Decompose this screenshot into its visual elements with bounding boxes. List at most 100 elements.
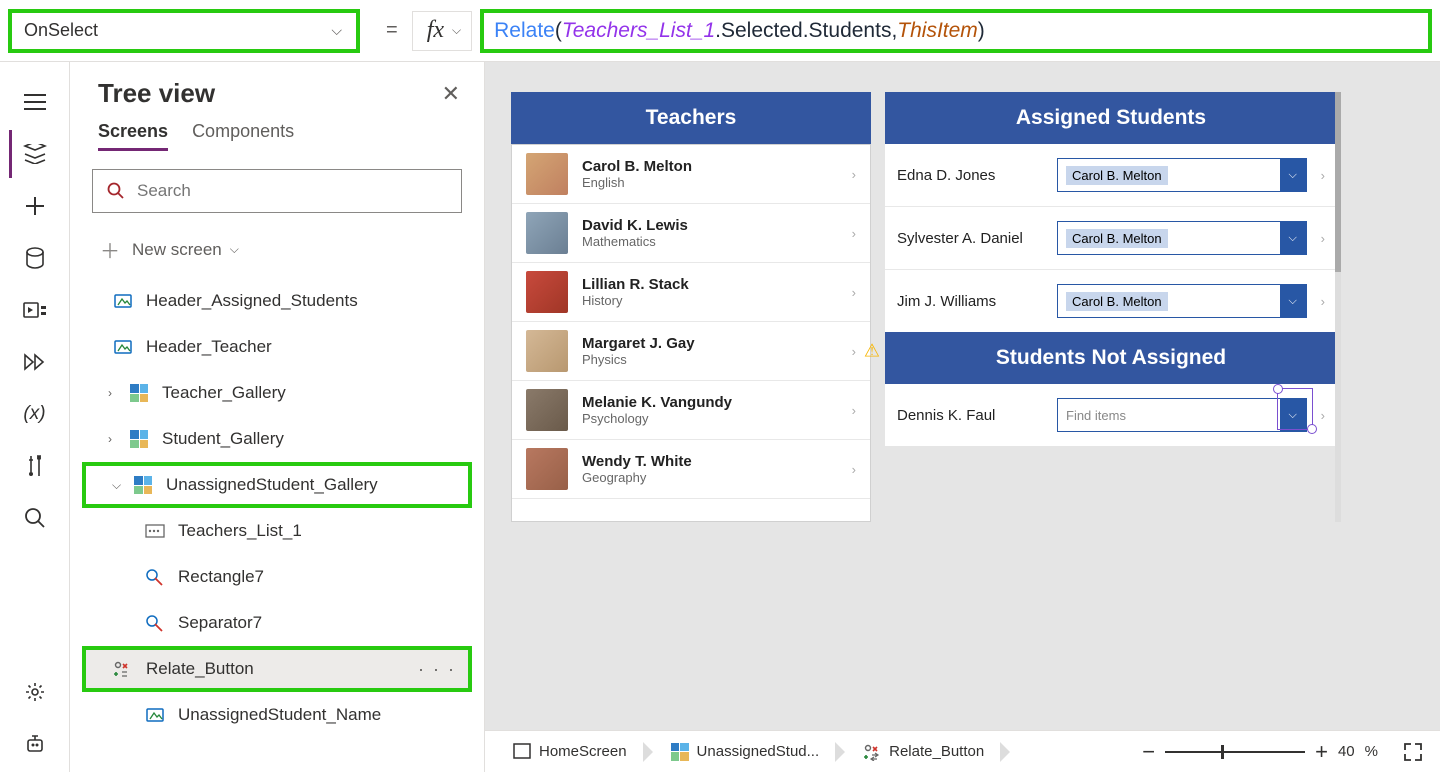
label-icon [112, 336, 134, 358]
equals-label: = [386, 19, 398, 42]
tab-screens[interactable]: Screens [98, 121, 168, 151]
status-bar: HomeScreen UnassignedStud... Relate_Butt… [485, 730, 1440, 772]
tools-icon[interactable] [11, 442, 59, 490]
fullscreen-icon[interactable] [1402, 741, 1424, 763]
teacher-gallery: Carol B. MeltonEnglish›David K. LewisMat… [511, 144, 871, 522]
teacher-subject: Physics [582, 352, 695, 367]
zoom-slider[interactable] [1165, 751, 1305, 753]
tree-item-relate-button[interactable]: Relate_Button · · · [82, 646, 472, 692]
tab-components[interactable]: Components [192, 121, 294, 151]
tree-list: Header_Assigned_StudentsHeader_Teacher›T… [70, 278, 484, 738]
teacher-row[interactable]: Melanie K. VangundyPsychology› [512, 381, 870, 440]
chevron-down-icon[interactable]: ⌵ [1280, 285, 1306, 317]
variables-icon[interactable]: (x) [11, 390, 59, 438]
tree-item-unassignedstudent-name[interactable]: UnassignedStudent_Name [82, 692, 472, 738]
teacher-row[interactable]: Margaret J. GayPhysics›⚠ [512, 322, 870, 381]
teacher-combo[interactable]: Carol B. Melton⌵ [1057, 284, 1307, 318]
chevron-right-icon: › [108, 386, 128, 400]
teachers-header: Teachers [511, 92, 871, 144]
tree-item-unassignedstudent-gallery[interactable]: ⌵UnassignedStudent_Gallery [82, 462, 472, 508]
media-icon[interactable] [11, 286, 59, 334]
teacher-name: Lillian R. Stack [582, 276, 689, 293]
zoom-in-button[interactable]: + [1315, 739, 1328, 765]
teachers-column: Teachers Carol B. MeltonEnglish›David K.… [511, 92, 871, 522]
teacher-combo[interactable]: Carol B. Melton ⌵ [1057, 221, 1307, 255]
avatar [526, 448, 568, 490]
gallery-icon [128, 428, 150, 450]
label-icon [112, 290, 134, 312]
chevron-right-icon[interactable]: › [1321, 168, 1325, 183]
chevron-right-icon: › [852, 226, 856, 241]
combo-icon [144, 520, 166, 542]
teacher-row[interactable]: Wendy T. WhiteGeography› [512, 440, 870, 499]
settings-icon[interactable] [11, 668, 59, 716]
tree-item-label: Separator7 [178, 613, 262, 633]
tree-item-student-gallery[interactable]: ›Student_Gallery [82, 416, 472, 462]
tree-item-header-assigned-students[interactable]: Header_Assigned_Students [82, 278, 472, 324]
breadcrumb-control[interactable]: Relate_Button [851, 739, 996, 765]
hamburger-icon[interactable] [11, 78, 59, 126]
teacher-row[interactable]: Lillian R. StackHistory› [512, 263, 870, 322]
teacher-combo[interactable]: Find items⌵ [1057, 398, 1307, 432]
tree-item-teacher-gallery[interactable]: ›Teacher_Gallery [82, 370, 472, 416]
label-icon [144, 704, 166, 726]
teacher-combo[interactable]: Carol B. Melton⌵ [1057, 158, 1307, 192]
teacher-name: Margaret J. Gay [582, 335, 695, 352]
chevron-down-icon[interactable]: ⌵ [1280, 159, 1306, 191]
relate-button[interactable]: › [1321, 408, 1325, 423]
avatar [526, 153, 568, 195]
teacher-subject: Mathematics [582, 234, 688, 249]
assigned-student-row: Edna D. Jones Carol B. Melton⌵ › [885, 144, 1337, 206]
tree-item-label: UnassignedStudent_Name [178, 705, 381, 725]
students-column: Assigned Students Edna D. JonesCarol B. … [885, 92, 1337, 522]
zoom-out-button[interactable]: − [1142, 739, 1155, 765]
new-screen-button[interactable]: ＋ New screen ⌵ [70, 227, 484, 278]
breadcrumb-gallery[interactable]: UnassignedStud... [659, 739, 832, 765]
teacher-row[interactable]: Carol B. MeltonEnglish› [512, 145, 870, 204]
more-icon[interactable]: · · · [418, 659, 456, 680]
close-icon[interactable]: ✕ [442, 81, 460, 107]
combo-value: Carol B. Melton [1066, 229, 1168, 248]
assigned-student-row: Jim J. Williams Carol B. Melton⌵ › [885, 270, 1337, 332]
new-screen-label: New screen [132, 240, 222, 260]
tree-item-header-teacher[interactable]: Header_Teacher [82, 324, 472, 370]
search-icon[interactable] [11, 494, 59, 542]
assigned-gallery: Edna D. JonesCarol B. Melton⌵›Sylvester … [885, 144, 1337, 332]
relate-icon [863, 743, 881, 761]
tree-item-teachers-list-1[interactable]: Teachers_List_1 [82, 508, 472, 554]
chevron-down-icon[interactable]: ⌵ [1280, 399, 1306, 431]
breadcrumb-screen[interactable]: HomeScreen [501, 739, 639, 765]
left-rail: (x) [0, 62, 70, 772]
tree-item-rectangle7[interactable]: Rectangle7 [82, 554, 472, 600]
property-selector[interactable]: OnSelect ⌵ [8, 9, 360, 53]
avatar [526, 389, 568, 431]
student-name: Jim J. Williams [897, 293, 1047, 310]
tree-item-label: Header_Assigned_Students [146, 291, 358, 311]
search-input[interactable] [137, 181, 447, 201]
teacher-row[interactable]: David K. LewisMathematics› [512, 204, 870, 263]
insert-icon[interactable] [11, 182, 59, 230]
tree-item-label: Relate_Button [146, 659, 254, 679]
virtual-agent-icon[interactable] [11, 720, 59, 768]
assigned-student-row: Sylvester A. Daniel Carol B. Melton ⌵ › [885, 207, 1337, 269]
student-name: Sylvester A. Daniel [897, 230, 1047, 247]
formula-input[interactable]: Relate(Teachers_List_1.Selected.Students… [480, 9, 1432, 53]
teacher-subject: Psychology [582, 411, 732, 426]
shape-icon [144, 612, 166, 634]
tree-item-separator7[interactable]: Separator7 [82, 600, 472, 646]
chevron-down-icon: ⌵ [452, 23, 461, 38]
scrollbar[interactable] [1335, 92, 1341, 522]
chevron-right-icon[interactable]: › [1321, 231, 1325, 246]
flows-icon[interactable] [11, 338, 59, 386]
fx-icon: fx [427, 17, 444, 44]
shape-icon [144, 566, 166, 588]
tree-view-icon[interactable] [9, 130, 57, 178]
fx-dropdown[interactable]: fx ⌵ [412, 11, 472, 51]
chevron-right-icon[interactable]: › [1321, 294, 1325, 309]
tree-search[interactable] [92, 169, 462, 213]
warning-icon: ⚠ [864, 341, 880, 362]
chevron-down-icon[interactable]: ⌵ [1280, 222, 1306, 254]
unassigned-student-row: Dennis K. FaulFind items⌵› [885, 384, 1337, 446]
student-name: Edna D. Jones [897, 167, 1047, 184]
data-icon[interactable] [11, 234, 59, 282]
